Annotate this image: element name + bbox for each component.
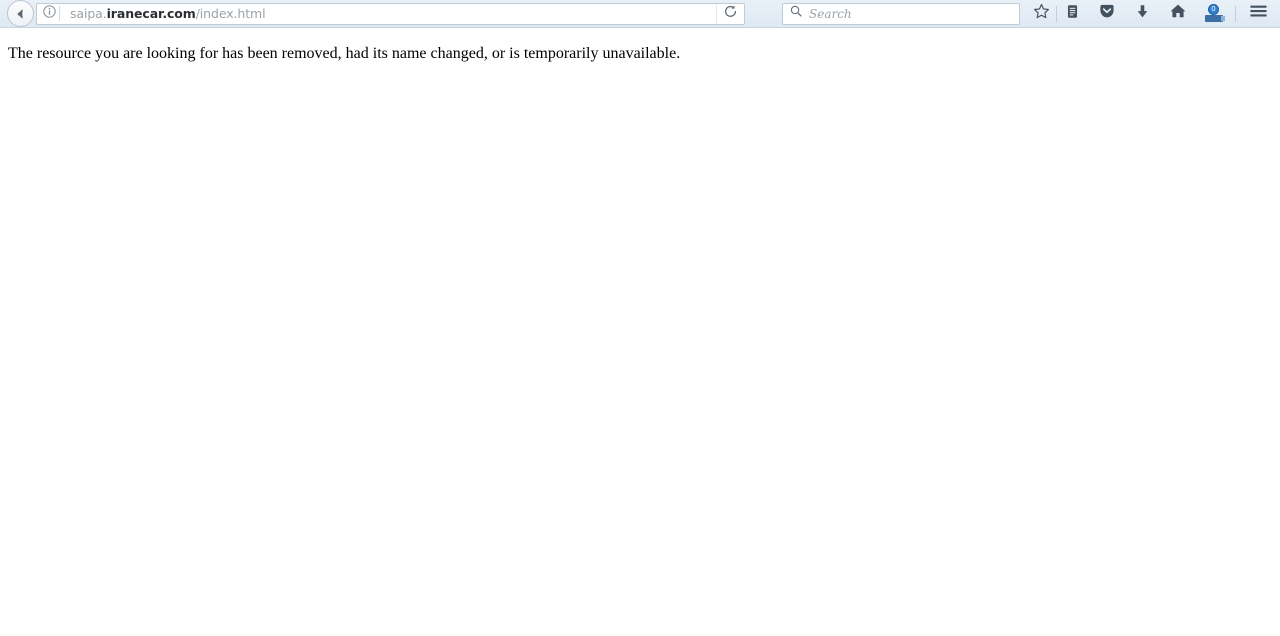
reload-button[interactable] (716, 3, 743, 24)
extension-icon: 0 (1205, 3, 1225, 23)
search-icon (789, 4, 803, 23)
page-viewport: The resource you are looking for has bee… (0, 28, 1280, 636)
url-domain: iranecar.com (106, 5, 196, 21)
identity-separator (59, 6, 60, 21)
address-bar[interactable]: saipa.iranecar.com/index.html (36, 2, 745, 25)
pocket-button[interactable] (1095, 2, 1119, 26)
reading-list-button[interactable] (1060, 2, 1084, 26)
bookmark-star-button[interactable] (1029, 2, 1053, 26)
url-path: /index.html (195, 5, 266, 21)
back-button[interactable] (7, 0, 34, 27)
downloads-button[interactable] (1130, 2, 1154, 26)
url-text[interactable]: saipa.iranecar.com/index.html (65, 4, 716, 24)
url-prefix: saipa. (70, 5, 107, 21)
toolbar-separator (1056, 5, 1057, 22)
reload-icon (723, 4, 738, 24)
arrow-left-icon (13, 6, 29, 22)
search-input[interactable]: Search (809, 4, 852, 24)
reading-list-icon (1064, 3, 1081, 25)
toolbar-separator-menu (1235, 5, 1236, 22)
hamburger-menu-icon (1249, 3, 1268, 24)
extension-icon-base (1205, 14, 1225, 22)
home-button[interactable] (1166, 2, 1190, 26)
toolbar-button-group: 0 (1020, 2, 1270, 26)
home-icon (1169, 2, 1187, 25)
extension-button[interactable]: 0 (1202, 2, 1226, 26)
site-identity-box[interactable] (37, 4, 65, 24)
error-message: The resource you are looking for has bee… (8, 45, 681, 62)
extension-badge: 0 (1208, 3, 1219, 15)
browser-toolbar: saipa.iranecar.com/index.html Search 0 (0, 0, 1280, 28)
download-arrow-icon (1134, 3, 1151, 25)
star-icon (1033, 3, 1050, 25)
menu-button[interactable] (1246, 2, 1270, 26)
search-bar[interactable]: Search (782, 2, 1020, 25)
info-circle-icon (42, 4, 57, 24)
pocket-icon (1098, 2, 1116, 25)
